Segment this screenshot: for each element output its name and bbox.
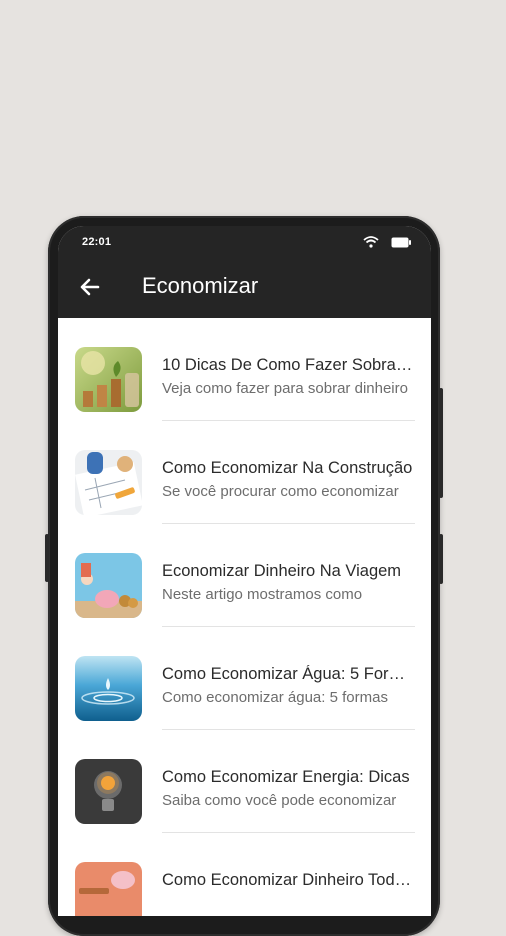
article-title: Como Economizar Dinheiro Todo Mês bbox=[162, 871, 414, 889]
article-thumbnail bbox=[75, 862, 142, 916]
list-item[interactable]: Como Economizar Dinheiro Todo Mês bbox=[58, 833, 431, 916]
wifi-icon bbox=[363, 235, 379, 253]
article-title: Economizar Dinheiro Na Viagem bbox=[162, 562, 402, 580]
article-thumbnail bbox=[75, 553, 142, 618]
list-item[interactable]: 10 Dicas De Como Fazer Sobrar Dinheiro V… bbox=[58, 318, 431, 421]
list-item[interactable]: Como Economizar Na Construção Se você pr… bbox=[58, 421, 431, 524]
article-title: Como Economizar Água: 5 Formas bbox=[162, 665, 414, 683]
list-item[interactable]: Economizar Dinheiro Na Viagem Neste arti… bbox=[58, 524, 431, 627]
article-subtitle: Saiba como você pode economizar bbox=[162, 792, 397, 809]
article-subtitle: Veja como fazer para sobrar dinheiro bbox=[162, 380, 408, 397]
article-title: Como Economizar Energia: Dicas bbox=[162, 768, 410, 786]
article-title: Como Economizar Na Construção bbox=[162, 459, 413, 477]
arrow-back-icon[interactable] bbox=[76, 273, 104, 301]
phone-side-button bbox=[439, 388, 443, 498]
status-bar: 22:01 bbox=[58, 226, 431, 256]
status-time: 22:01 bbox=[82, 236, 112, 248]
status-icons bbox=[363, 235, 411, 253]
app-bar: Economizar bbox=[58, 256, 431, 318]
article-subtitle: Neste artigo mostramos como bbox=[162, 586, 363, 603]
phone-side-button bbox=[45, 534, 49, 582]
article-thumbnail bbox=[75, 347, 142, 412]
phone-screen: 22:01 Economizar 10 Dicas De Como Fazer … bbox=[58, 226, 431, 916]
article-thumbnail bbox=[75, 450, 142, 515]
article-title: 10 Dicas De Como Fazer Sobrar Dinheiro bbox=[162, 356, 414, 374]
article-subtitle: Se você procurar como economizar bbox=[162, 483, 399, 500]
article-thumbnail bbox=[75, 656, 142, 721]
article-list: 10 Dicas De Como Fazer Sobrar Dinheiro V… bbox=[58, 318, 431, 916]
phone-side-button bbox=[439, 534, 443, 584]
list-item[interactable]: Como Economizar Energia: Dicas Saiba com… bbox=[58, 730, 431, 833]
list-item[interactable]: Como Economizar Água: 5 Formas Como econ… bbox=[58, 627, 431, 730]
battery-icon bbox=[391, 235, 411, 253]
article-subtitle: Como economizar água: 5 formas bbox=[162, 689, 388, 706]
article-thumbnail bbox=[75, 759, 142, 824]
page-title: Economizar bbox=[142, 273, 259, 298]
